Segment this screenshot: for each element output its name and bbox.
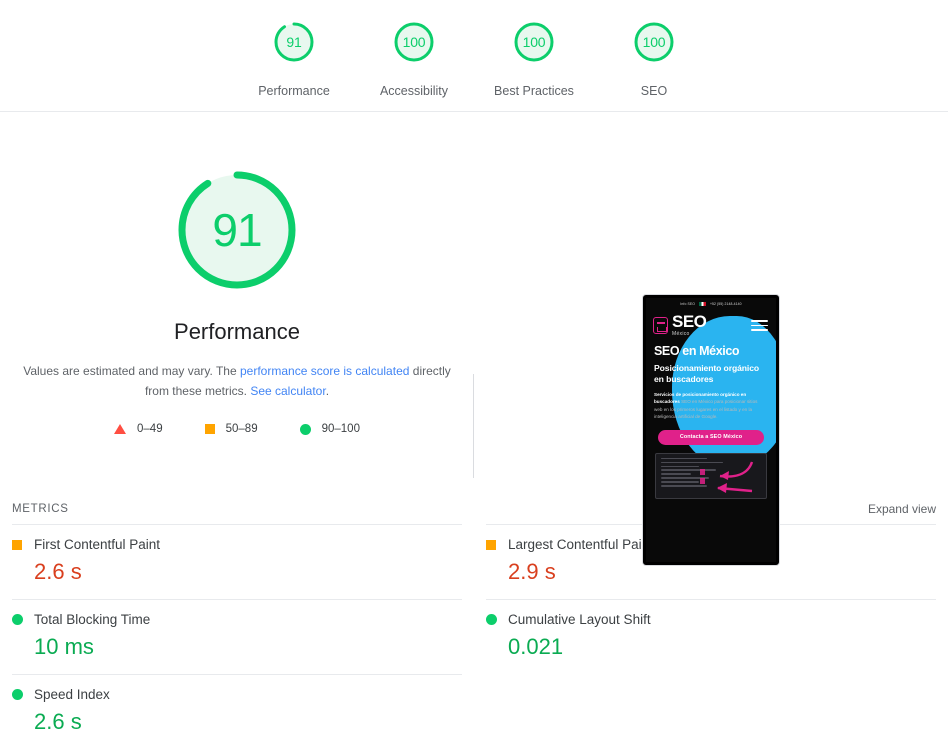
screenshot-paragraph: Servicios de posicionamiento orgánico en…: [654, 391, 760, 421]
metric-value: 0.021: [508, 634, 936, 660]
metrics-grid: First Contentful Paint 2.6 s Total Block…: [0, 524, 948, 747]
hamburger-menu-icon[interactable]: [751, 320, 768, 334]
screenshot-cta-button[interactable]: Contacta a SEO México: [658, 430, 764, 445]
metric-value: 10 ms: [34, 634, 462, 660]
triangle-swatch-icon: [114, 424, 126, 434]
metrics-section-title: METRICS: [12, 503, 69, 515]
score-cell-accessibility[interactable]: 100 Accessibility: [354, 18, 474, 98]
metric-label: Cumulative Layout Shift: [508, 612, 651, 627]
mini-gauge-value-best-practices: 100: [510, 18, 558, 66]
mini-gauge-accessibility: 100: [390, 18, 438, 66]
circle-swatch-icon: [486, 614, 497, 625]
screenshot-inner-chip-2: [700, 478, 705, 484]
score-cell-best-practices[interactable]: 100 Best Practices: [474, 18, 594, 98]
mini-gauge-value-accessibility: 100: [390, 18, 438, 66]
screenshot-logo-text: SEO: [672, 312, 706, 331]
score-cell-seo[interactable]: 100 SEO: [594, 18, 714, 98]
performance-gauge-value: 91: [167, 160, 307, 300]
pink-arrow-icon-2: [706, 479, 754, 495]
metric-item-total-blocking-time[interactable]: Total Blocking Time 10 ms: [12, 599, 462, 674]
metric-value: 2.6 s: [34, 709, 462, 735]
hero-screenshot-panel: Info SEO +52 (55) 2148-4140 SEO México: [474, 112, 948, 494]
screenshot-topbar: Info SEO +52 (55) 2148-4140: [646, 298, 776, 309]
metric-label: First Contentful Paint: [34, 537, 160, 552]
circle-swatch-icon: [12, 689, 23, 700]
mini-gauge-value-seo: 100: [630, 18, 678, 66]
mini-gauge-performance: 91: [270, 18, 318, 66]
metric-item-first-contentful-paint[interactable]: First Contentful Paint 2.6 s: [12, 524, 462, 599]
legend-label-fail: 0–49: [137, 423, 163, 435]
screenshot-inner-device-image: [655, 453, 767, 499]
metrics-column-left: First Contentful Paint 2.6 s Total Block…: [12, 524, 462, 747]
metric-label: Total Blocking Time: [34, 612, 150, 627]
metric-item-cumulative-layout-shift[interactable]: Cumulative Layout Shift 0.021: [486, 599, 936, 674]
final-screenshot-thumbnail[interactable]: Info SEO +52 (55) 2148-4140 SEO México: [642, 294, 780, 566]
screenshot-header: SEO México: [646, 309, 776, 339]
legend-item-average: 50–89: [205, 423, 258, 435]
screenshot-inner-chip-1: [700, 469, 705, 475]
score-label-best-practices: Best Practices: [494, 84, 574, 98]
square-swatch-icon: [486, 540, 496, 550]
score-disclaimer: Values are estimated and may vary. The p…: [17, 361, 457, 401]
screenshot-topbar-phone: +52 (55) 2148-4140: [710, 302, 742, 306]
screenshot-wordmark: SEO México: [672, 313, 706, 337]
legend-item-pass: 90–100: [300, 423, 360, 435]
screenshot-logo-subtext: México: [672, 332, 706, 337]
square-swatch-icon: [12, 540, 22, 550]
see-calculator-link[interactable]: See calculator: [250, 384, 325, 398]
circle-swatch-icon: [300, 424, 311, 435]
metric-head: Total Blocking Time: [12, 612, 462, 627]
seo-logo-icon: [653, 317, 668, 334]
performance-hero: 91 Performance Values are estimated and …: [0, 112, 948, 494]
metric-value: 2.6 s: [34, 559, 462, 585]
legend-item-fail: 0–49: [114, 423, 163, 435]
performance-score-calculated-link[interactable]: performance score is calculated: [240, 364, 409, 378]
score-label-performance: Performance: [258, 84, 330, 98]
metric-head: Speed Index: [12, 687, 462, 702]
score-legend: 0–49 50–89 90–100: [114, 423, 360, 435]
metric-head: First Contentful Paint: [12, 537, 462, 552]
mini-gauge-best-practices: 100: [510, 18, 558, 66]
score-cell-performance[interactable]: 91 Performance: [234, 18, 354, 98]
metric-label: Speed Index: [34, 687, 110, 702]
metric-head: Cumulative Layout Shift: [486, 612, 936, 627]
screenshot-topbar-contact: Info SEO: [680, 302, 695, 306]
score-label-accessibility: Accessibility: [380, 84, 448, 98]
square-swatch-icon: [205, 424, 215, 434]
legend-label-pass: 90–100: [322, 423, 360, 435]
disclaimer-text-3: .: [326, 384, 329, 398]
metric-item-speed-index[interactable]: Speed Index 2.6 s: [12, 674, 462, 747]
metrics-header: METRICS Expand view: [0, 494, 948, 524]
hero-gauge-panel: 91 Performance Values are estimated and …: [0, 112, 474, 494]
screenshot-subheading: Posicionamiento orgánico en buscadores: [654, 363, 768, 385]
circle-swatch-icon: [12, 614, 23, 625]
performance-gauge: 91: [167, 160, 307, 300]
legend-label-average: 50–89: [226, 423, 258, 435]
hero-vertical-divider: [473, 374, 474, 478]
mini-gauge-value-performance: 91: [270, 18, 318, 66]
screenshot-hero-content: SEO en México Posicionamiento orgánico e…: [646, 339, 776, 499]
final-screenshot-viewport: Info SEO +52 (55) 2148-4140 SEO México: [646, 298, 776, 562]
metric-label: Largest Contentful Paint: [508, 537, 653, 552]
mexico-flag-icon: [699, 302, 706, 306]
screenshot-heading: SEO en México: [654, 345, 768, 358]
category-score-strip: 91 Performance 100 Accessibility 100 Bes…: [0, 0, 948, 112]
score-label-seo: SEO: [641, 84, 667, 98]
page-title: Performance: [174, 319, 300, 345]
expand-view-toggle[interactable]: Expand view: [868, 502, 936, 516]
mini-gauge-seo: 100: [630, 18, 678, 66]
disclaimer-text-1: Values are estimated and may vary. The: [23, 364, 240, 378]
